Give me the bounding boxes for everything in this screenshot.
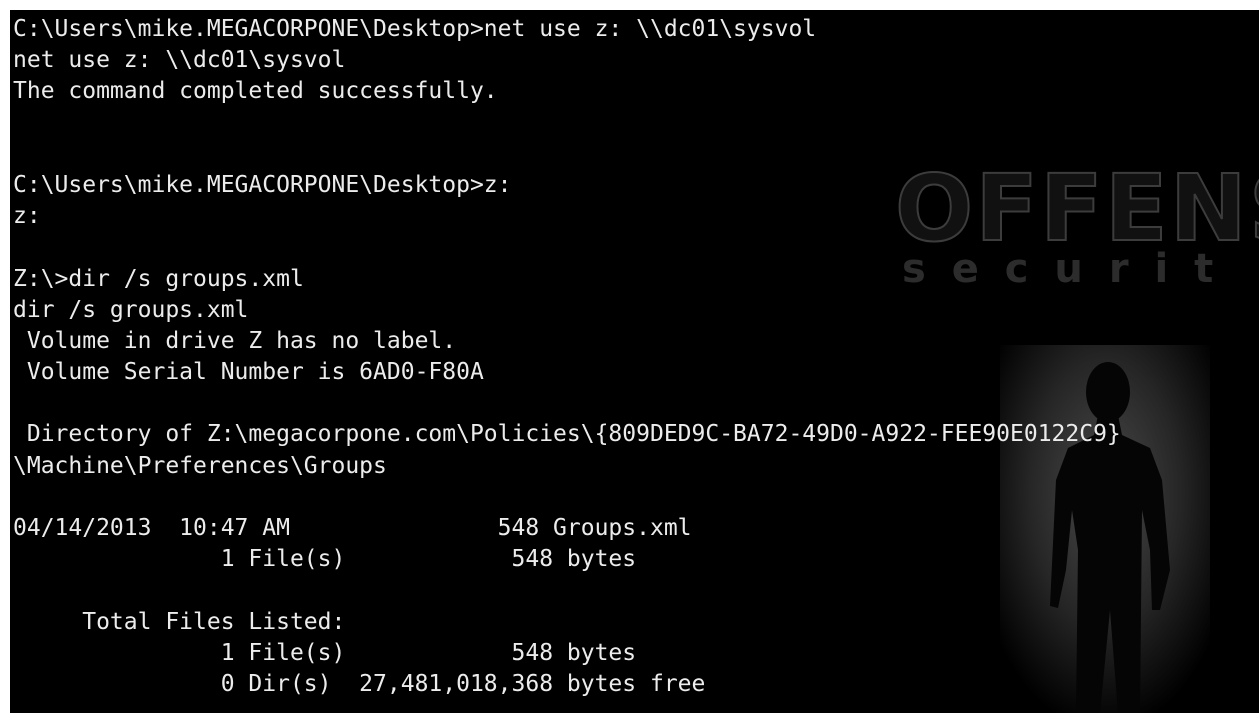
terminal-line: Volume in drive Z has no label.	[13, 327, 457, 354]
terminal-line: Z:\>dir /s groups.xml	[13, 265, 304, 292]
terminal-line: 04/14/2013 10:47 AM 548 Groups.xml	[13, 515, 692, 541]
terminal-line: Volume Serial Number is 6AD0-F80A	[13, 359, 484, 386]
terminal-line: Total Files Listed:	[13, 608, 346, 635]
terminal-output[interactable]: C:\Users\mike.MEGACORPONE\Desktop>net us…	[13, 14, 1121, 700]
terminal-window[interactable]: OFFENSIV s e c u r i t C:\Users\mike.MEG…	[10, 10, 1259, 713]
terminal-line: dir /s groups.xml	[13, 296, 249, 323]
terminal-line: \Machine\Preferences\Groups	[13, 452, 387, 479]
terminal-line: The command completed successfully.	[13, 78, 498, 105]
terminal-line: 1 File(s) 548 bytes	[13, 546, 637, 573]
terminal-line: z:	[13, 203, 41, 230]
terminal-line: net use z: \\dc01\sysvol	[13, 47, 346, 74]
terminal-line: C:\Users\mike.MEGACORPONE\Desktop>net us…	[13, 16, 817, 42]
terminal-line: Directory of Z:\megacorpone.com\Policies…	[13, 421, 1121, 448]
terminal-line: 1 File(s) 548 bytes	[13, 639, 637, 666]
screenshot-frame: OFFENSIV s e c u r i t C:\Users\mike.MEG…	[0, 0, 1259, 713]
terminal-line: C:\Users\mike.MEGACORPONE\Desktop>z:	[13, 171, 512, 198]
terminal-line: 0 Dir(s) 27,481,018,368 bytes free	[13, 670, 706, 697]
